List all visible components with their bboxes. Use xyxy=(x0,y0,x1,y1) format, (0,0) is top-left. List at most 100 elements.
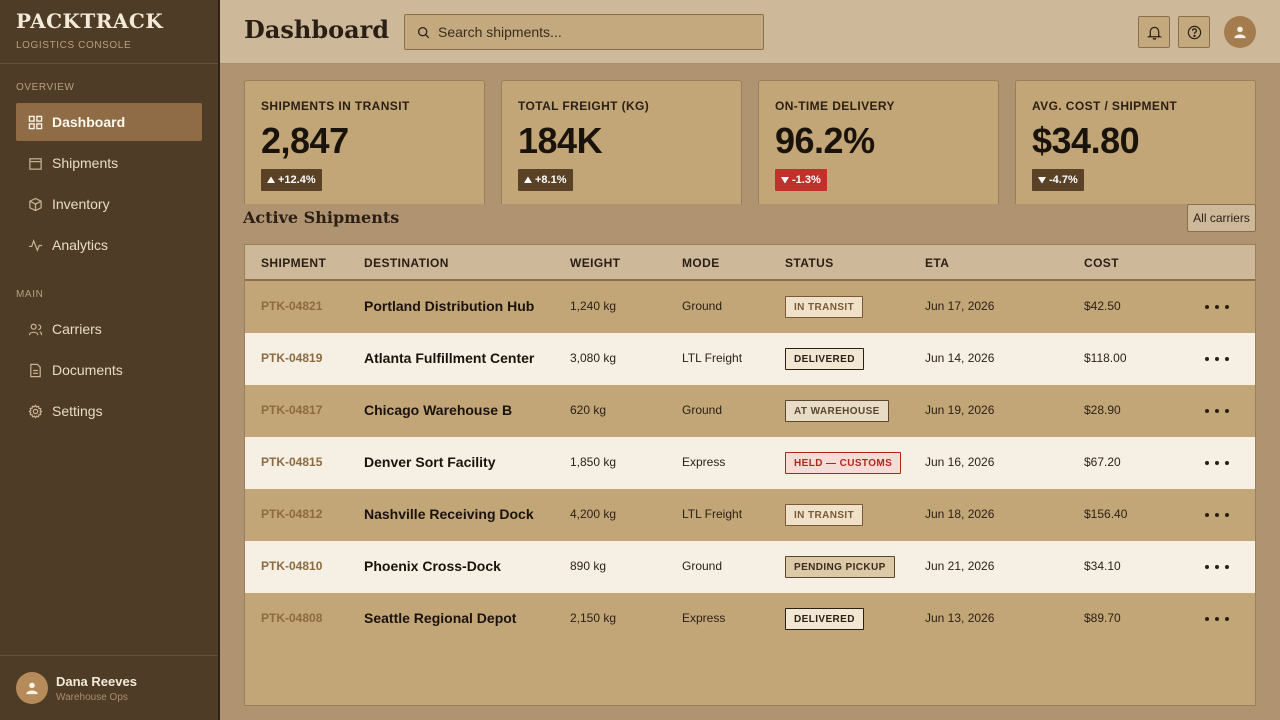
sidebar-item-label: Shipments xyxy=(52,155,119,171)
mode: LTL Freight xyxy=(682,507,743,521)
sidebar-item-documents[interactable]: Documents xyxy=(16,351,202,389)
stat-card-total-freight: TOTAL FREIGHT (KG) 184K +8.1% xyxy=(501,80,742,204)
shipment-id[interactable]: PTK-04821 xyxy=(261,299,322,313)
shipment-id[interactable]: PTK-04819 xyxy=(261,351,322,365)
destination: Seattle Regional Depot xyxy=(364,610,517,626)
weight: 620 kg xyxy=(570,403,607,417)
shipment-id[interactable]: PTK-04815 xyxy=(261,455,322,469)
arrow-up-icon xyxy=(267,176,275,183)
stat-label: AVG. COST / SHIPMENT xyxy=(1032,99,1178,113)
user-profile[interactable]: Dana Reeves Warehouse Ops xyxy=(0,655,218,720)
stat-change-badge: -4.7% xyxy=(1032,169,1084,191)
cost: $28.90 xyxy=(1084,403,1121,417)
header-avatar[interactable] xyxy=(1224,16,1256,48)
eta: Jun 18, 2026 xyxy=(925,507,995,521)
status-badge: DELIVERED xyxy=(785,348,864,370)
search-box[interactable] xyxy=(404,14,764,50)
eta: Jun 17, 2026 xyxy=(925,299,995,313)
row-actions-button[interactable] xyxy=(1205,505,1229,525)
table-row[interactable]: PTK-04821 Portland Distribution Hub 1,240 … xyxy=(245,281,1255,333)
nav-section-main: MAIN xyxy=(16,289,44,300)
row-actions-button[interactable] xyxy=(1205,557,1229,577)
sidebar-item-settings[interactable]: Settings xyxy=(16,392,202,430)
row-actions-button[interactable] xyxy=(1205,349,1229,369)
cost: $34.10 xyxy=(1084,559,1121,573)
eta: Jun 14, 2026 xyxy=(925,351,995,365)
cost: $156.40 xyxy=(1084,507,1128,521)
table-row[interactable]: PTK-04817 Chicago Warehouse B 620 kg Ground… xyxy=(245,385,1255,437)
sidebar-item-label: Analytics xyxy=(52,237,109,253)
column-header-cost[interactable]: COST xyxy=(1084,256,1119,270)
row-actions-button[interactable] xyxy=(1205,297,1229,317)
page-title: Dashboard xyxy=(244,15,390,44)
sidebar: PACKTRACK LOGISTICS CONSOLE OVERVIEW Das… xyxy=(0,0,220,720)
sidebar-item-inventory[interactable]: Inventory xyxy=(16,185,202,223)
shipment-id[interactable]: PTK-04810 xyxy=(261,559,322,573)
mode: Ground xyxy=(682,299,723,313)
eta: Jun 13, 2026 xyxy=(925,611,995,625)
sidebar-item-label: Carriers xyxy=(52,321,102,337)
mode: Express xyxy=(682,455,726,469)
column-header-eta[interactable]: ETA xyxy=(925,256,949,270)
weight: 3,080 kg xyxy=(570,351,617,365)
column-header-mode[interactable]: MODE xyxy=(682,256,720,270)
stat-card-in-transit: SHIPMENTS IN TRANSIT 2,847 +12.4% xyxy=(244,80,485,204)
weight: 1,240 kg xyxy=(570,299,617,313)
destination: Chicago Warehouse B xyxy=(364,402,513,418)
stat-value: 2,847 xyxy=(261,120,349,161)
table-row[interactable]: PTK-04812 Nashville Receiving Dock 4,200 k… xyxy=(245,489,1255,541)
shipment-id[interactable]: PTK-04817 xyxy=(261,403,322,417)
notifications-button[interactable] xyxy=(1138,16,1170,48)
carrier-filter-button[interactable]: All carriers xyxy=(1187,204,1256,232)
cost: $42.50 xyxy=(1084,299,1121,313)
table-header: SHIPMENT DESTINATION WEIGHT MODE STATUS … xyxy=(245,245,1255,281)
column-header-shipment[interactable]: SHIPMENT xyxy=(261,256,326,270)
search-input[interactable] xyxy=(438,24,738,40)
user-role: Warehouse Ops xyxy=(56,691,128,703)
status-badge: IN TRANSIT xyxy=(785,504,864,526)
stat-card-on-time: ON-TIME DELIVERY 96.2% -1.3% xyxy=(758,80,999,204)
stat-label: ON-TIME DELIVERY xyxy=(775,99,895,113)
table-row[interactable]: PTK-04815 Denver Sort Facility 1,850 kg Exp… xyxy=(245,437,1255,489)
sidebar-item-dashboard[interactable]: Dashboard xyxy=(16,103,202,141)
brand-name: PACKTRACK xyxy=(16,9,164,33)
stat-change: +12.4% xyxy=(278,174,316,186)
row-actions-button[interactable] xyxy=(1205,401,1229,421)
user-name: Dana Reeves xyxy=(56,673,137,689)
stat-label: SHIPMENTS IN TRANSIT xyxy=(261,99,410,113)
stat-change: +8.1% xyxy=(535,174,567,186)
stat-value: 184K xyxy=(518,120,603,161)
sidebar-item-shipments[interactable]: Shipments xyxy=(16,144,202,182)
column-header-status[interactable]: STATUS xyxy=(785,256,834,270)
table-row[interactable]: PTK-04808 Seattle Regional Depot 2,150 kg E… xyxy=(245,593,1255,645)
nav-section-overview: OVERVIEW xyxy=(16,82,75,93)
gear-icon xyxy=(28,403,43,419)
column-header-weight[interactable]: WEIGHT xyxy=(570,256,620,270)
sidebar-item-label: Inventory xyxy=(52,196,110,212)
table-row[interactable]: PTK-04819 Atlanta Fulfillment Center 3,080… xyxy=(245,333,1255,385)
sidebar-item-carriers[interactable]: Carriers xyxy=(16,310,202,348)
column-header-destination[interactable]: DESTINATION xyxy=(364,256,449,270)
shipments-table: SHIPMENT DESTINATION WEIGHT MODE STATUS … xyxy=(244,244,1256,706)
eta: Jun 21, 2026 xyxy=(925,559,995,573)
table-row[interactable]: PTK-04810 Phoenix Cross-Dock 890 kg Ground J… xyxy=(245,541,1255,593)
activity-icon xyxy=(28,238,43,252)
sidebar-item-analytics[interactable]: Analytics xyxy=(16,226,202,264)
cost: $67.20 xyxy=(1084,455,1121,469)
brand-subtitle: LOGISTICS CONSOLE xyxy=(16,40,132,51)
stat-change-badge: -1.3% xyxy=(775,169,827,191)
mode: Express xyxy=(682,611,726,625)
cost: $89.70 xyxy=(1084,611,1121,625)
status-badge: HELD — CUSTOMS xyxy=(785,452,902,474)
row-actions-button[interactable] xyxy=(1205,609,1229,629)
cube-icon xyxy=(29,197,42,211)
row-actions-button[interactable] xyxy=(1205,453,1229,473)
shipment-id[interactable]: PTK-04812 xyxy=(261,507,322,521)
brand: PACKTRACK LOGISTICS CONSOLE xyxy=(0,0,218,64)
status-badge: PENDING PICKUP xyxy=(785,556,895,578)
stat-change-badge: +8.1% xyxy=(518,169,573,191)
arrow-down-icon xyxy=(781,177,789,184)
help-button[interactable] xyxy=(1178,16,1210,48)
arrow-up-icon xyxy=(524,176,532,183)
shipment-id[interactable]: PTK-04808 xyxy=(261,611,322,625)
